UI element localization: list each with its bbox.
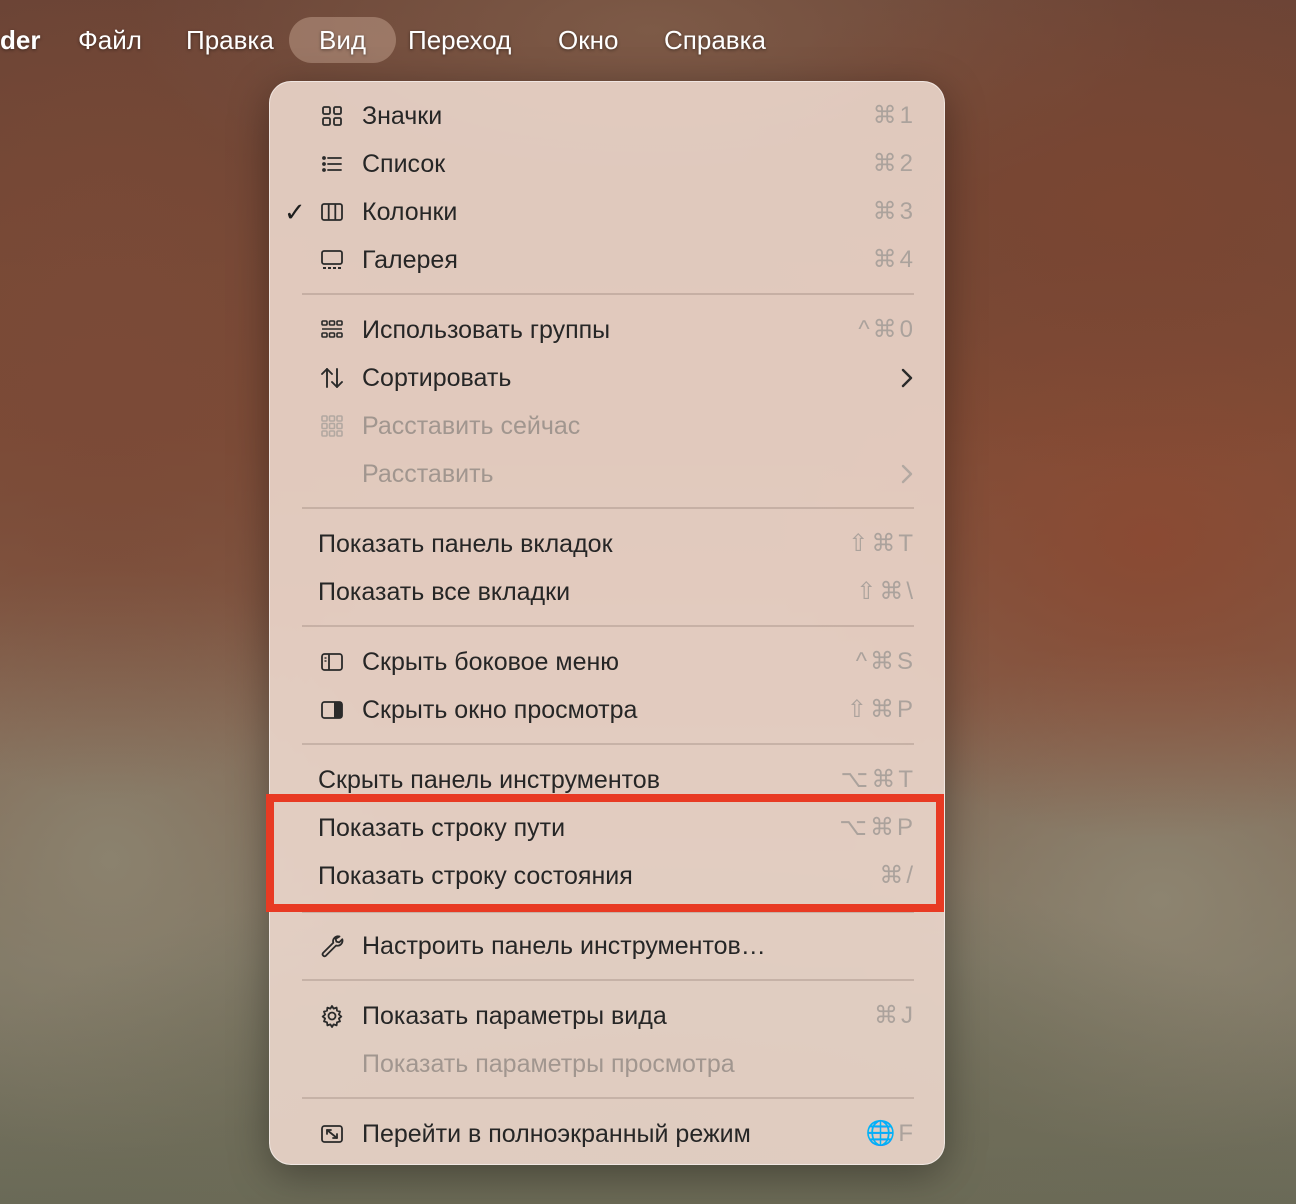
view-menu-dropdown: Значки ⌘1 Список ⌘2 ✓ Колонки ⌘3 Галерея… [269,81,945,1165]
menubar-file[interactable]: Файл [78,17,142,63]
menu-item-icons[interactable]: Значки ⌘1 [270,92,946,140]
menubar-edit[interactable]: Правка [186,17,274,63]
menu-bar: der Файл Правка Вид Переход Окно Справка [0,0,1296,78]
menu-separator [302,293,914,295]
menu-item-label: Галерея [362,246,458,274]
arrange-grid-icon [319,413,345,439]
menubar-app-name[interactable]: der [0,17,40,63]
preview-pane-icon [319,697,345,723]
highlight-annotation-box [266,794,944,912]
menu-item-label: Перейти в полноэкранный режим [362,1120,751,1148]
menu-item-shortcut: 🌐F [865,1120,916,1147]
menu-item-label: Сортировать [362,364,512,392]
menu-item-shortcut: ⌘J [874,1002,916,1029]
menu-item-label: Показать панель вкладок [318,530,613,558]
groups-icon [319,317,345,343]
menu-item-label: Показать все вкладки [318,578,571,606]
fullscreen-icon [319,1121,345,1147]
menu-item-label: Показать параметры просмотра [362,1050,735,1078]
menu-separator [302,507,914,509]
menu-item-label: Показать параметры вида [362,1002,667,1030]
menubar-go[interactable]: Переход [408,17,511,63]
menu-item-shortcut: ⌘3 [872,198,916,225]
menu-item-label: Колонки [362,198,458,226]
checkmark-icon: ✓ [284,197,306,227]
menu-item-use-groups[interactable]: Использовать группы ^⌘0 [270,306,946,354]
menu-item-list[interactable]: Список ⌘2 [270,140,946,188]
menu-item-shortcut: ⌘4 [872,246,916,273]
wrench-icon [319,933,345,959]
menu-item-show-tab-bar[interactable]: Показать панель вкладок ⇧⌘T [270,520,946,568]
chevron-right-icon [900,367,914,389]
menu-item-shortcut: ⇧⌘\ [856,578,916,605]
list-view-icon [319,151,345,177]
menu-item-show-all-tabs[interactable]: Показать все вкладки ⇧⌘\ [270,568,946,616]
menu-item-columns[interactable]: ✓ Колонки ⌘3 [270,188,946,236]
menubar-window[interactable]: Окно [558,17,618,63]
menu-item-arrange-now: Расставить сейчас [270,402,946,450]
menu-item-shortcut: ⌘1 [872,102,916,129]
menu-item-label: Список [362,150,446,178]
menu-item-hide-preview[interactable]: Скрыть окно просмотра ⇧⌘P [270,686,946,734]
menu-item-shortcut: ⇧⌘P [846,696,916,723]
columns-view-icon [319,199,345,225]
menu-item-shortcut: ^⌘0 [858,316,916,343]
menu-item-hide-sidebar[interactable]: Скрыть боковое меню ^⌘S [270,638,946,686]
menu-item-label: Настроить панель инструментов… [362,932,766,960]
menu-item-shortcut: ^⌘S [855,648,916,675]
sidebar-icon [319,649,345,675]
icons-view-icon [319,103,345,129]
menu-item-customize-toolbar[interactable]: Настроить панель инструментов… [270,922,946,970]
menu-item-label: Расставить [362,460,494,488]
menubar-help[interactable]: Справка [664,17,766,63]
menu-item-arrange-by: Расставить [270,450,946,498]
menu-item-label: Значки [362,102,443,130]
menu-item-label: Скрыть окно просмотра [362,696,638,724]
menu-item-label: Скрыть боковое меню [362,648,620,676]
menu-item-label: Использовать группы [362,316,611,344]
menu-item-gallery[interactable]: Галерея ⌘4 [270,236,946,284]
menu-item-shortcut: ⇧⌘T [848,530,916,557]
menu-item-label: Расставить сейчас [362,412,581,440]
chevron-right-icon [900,463,914,485]
sort-icon [319,365,345,391]
menu-item-sort[interactable]: Сортировать [270,354,946,402]
menubar-view[interactable]: Вид [289,17,397,63]
menu-item-enter-fullscreen[interactable]: Перейти в полноэкранный режим 🌐F [270,1110,946,1158]
gallery-view-icon [319,247,345,273]
menu-item-shortcut: ⌘2 [872,150,916,177]
menu-item-show-preview-options: Показать параметры просмотра [270,1040,946,1088]
menu-separator [302,1097,914,1099]
gear-icon [319,1003,345,1029]
menu-separator [302,979,914,981]
menu-separator [302,625,914,627]
menu-item-show-view-options[interactable]: Показать параметры вида ⌘J [270,992,946,1040]
menu-separator [302,743,914,745]
